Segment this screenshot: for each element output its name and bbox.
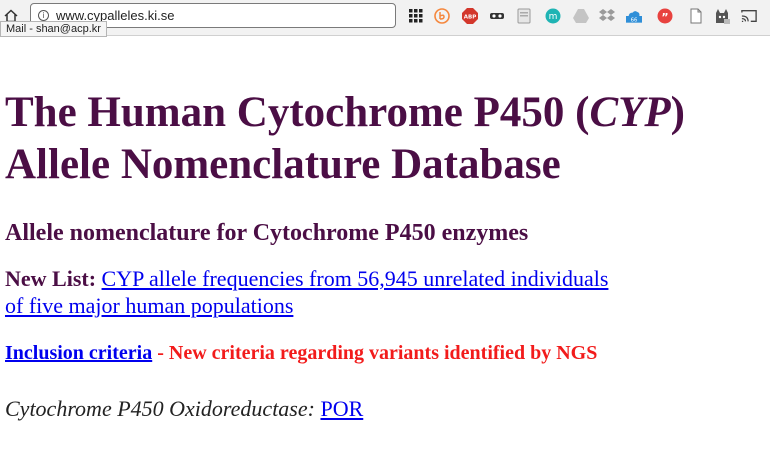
dropbox-icon[interactable] bbox=[599, 8, 615, 24]
title-cyp-abbrev: CYP bbox=[589, 89, 671, 136]
document-extension-icon[interactable] bbox=[688, 8, 704, 24]
por-label: Cytochrome P450 Oxidoreductase: bbox=[5, 396, 321, 421]
quote-extension-icon[interactable]: ” bbox=[657, 8, 673, 24]
inclusion-criteria-paragraph: Inclusion criteria - New criteria regard… bbox=[5, 341, 765, 365]
mask-extension-icon[interactable] bbox=[489, 8, 505, 24]
por-link[interactable]: POR bbox=[320, 396, 363, 421]
allele-frequencies-link[interactable]: CYP allele frequencies from 56,945 unrel… bbox=[5, 266, 608, 318]
svg-text:ABP: ABP bbox=[464, 15, 476, 21]
badge-count: 66 bbox=[631, 18, 638, 24]
b-extension-icon[interactable] bbox=[434, 8, 450, 24]
page-content: The Human Cytochrome P450 (CYP) Allele N… bbox=[5, 35, 765, 422]
title-line1-end: ) bbox=[670, 89, 685, 136]
title-line2: Allele Nomenclature Database bbox=[5, 141, 561, 188]
browser-toolbar: i www.cypalleles.ki.se ABP m 66 ” bbox=[0, 0, 770, 36]
page-title: The Human Cytochrome P450 (CYP) Allele N… bbox=[5, 87, 765, 191]
m-extension-icon[interactable]: m bbox=[545, 8, 561, 24]
new-list-paragraph: New List: CYP allele frequencies from 56… bbox=[5, 265, 765, 319]
new-list-label: New List: bbox=[5, 266, 97, 291]
cat-extension-icon[interactable] bbox=[714, 8, 730, 24]
apps-grid-icon[interactable] bbox=[408, 8, 424, 24]
ngs-criteria-notice: - New criteria regarding variants identi… bbox=[152, 342, 598, 364]
svg-text:m: m bbox=[549, 12, 558, 22]
allele-frequencies-link-line1[interactable]: CYP allele frequencies from 56,945 unrel… bbox=[102, 266, 609, 291]
por-paragraph: Cytochrome P450 Oxidoreductase: POR bbox=[5, 395, 765, 422]
allele-frequencies-link-line2[interactable]: of five major human populations bbox=[5, 293, 293, 318]
drive-icon[interactable] bbox=[573, 8, 589, 24]
page-subtitle: Allele nomenclature for Cytochrome P450 … bbox=[5, 220, 529, 246]
title-line1-start: The Human Cytochrome P450 ( bbox=[5, 89, 590, 136]
weather-extension-icon[interactable]: 66 bbox=[626, 8, 642, 24]
svg-text:”: ” bbox=[661, 11, 668, 24]
adblock-plus-icon[interactable]: ABP bbox=[462, 8, 478, 24]
inclusion-criteria-link[interactable]: Inclusion criteria bbox=[5, 342, 152, 364]
cast-icon[interactable] bbox=[741, 8, 757, 24]
page-extension-icon[interactable] bbox=[516, 8, 532, 24]
info-icon[interactable]: i bbox=[38, 10, 49, 21]
